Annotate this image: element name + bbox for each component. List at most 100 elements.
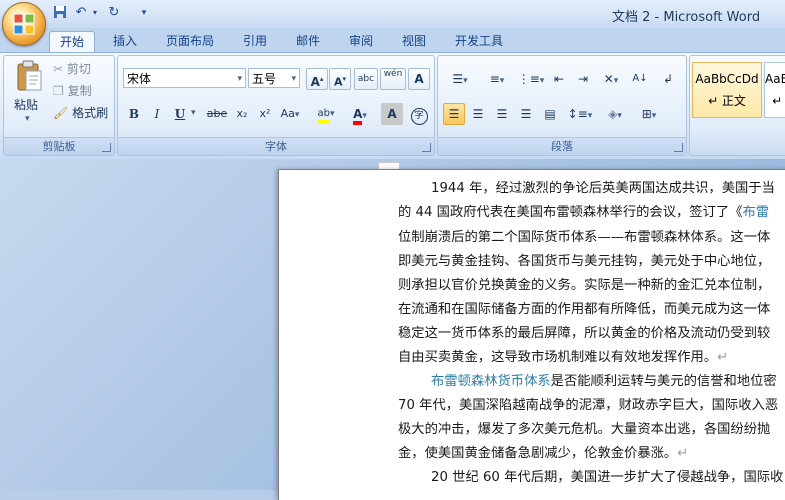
character-shading-button[interactable]: A — [381, 103, 403, 125]
style-normal-name: ↵ 正文 — [708, 94, 746, 108]
paragraph-launcher-icon[interactable]: . — [674, 143, 683, 152]
clear-format-button[interactable]: abc — [354, 68, 378, 90]
style-no-spacing[interactable]: AaBbCc ↵ 无 — [764, 62, 785, 118]
undo-dropdown-icon[interactable]: ▾ — [90, 5, 100, 21]
font-color-icon: A — [353, 108, 363, 125]
grow-font-icon: A — [310, 75, 320, 89]
enclose-characters-button[interactable]: 字 — [408, 103, 430, 125]
copy-label: 复制 — [67, 84, 92, 98]
paste-dropdown-icon[interactable]: ▾ — [25, 114, 30, 124]
distributed-icon: ▤ — [544, 107, 556, 121]
tab-home[interactable]: 开始 — [49, 31, 95, 53]
multilevel-list-button[interactable]: ⋮≡▾ — [515, 68, 547, 90]
clear-format-icon: abc — [357, 74, 375, 84]
italic-button[interactable]: I — [147, 103, 167, 125]
justify-button[interactable]: ☰ — [515, 103, 537, 125]
borders-icon: ⊞ — [641, 107, 652, 121]
font-size-dropdown-icon[interactable]: ▾ — [291, 69, 296, 89]
tab-view[interactable]: 视图 — [393, 31, 435, 52]
cut-button[interactable]: ✂ 剪切 — [52, 58, 110, 80]
chinese-layout-button[interactable]: ✕▾ — [595, 68, 627, 90]
paragraph-group-label: 段落 — [438, 137, 686, 155]
paste-label: 粘贴 — [14, 98, 39, 112]
doc-line-13: 20 世纪 60 年代后期，美国进一步扩大了侵越战争，国际收 — [431, 470, 784, 485]
clipboard-launcher-icon[interactable]: . — [102, 143, 111, 152]
tab-page-layout[interactable]: 页面布局 — [158, 31, 222, 52]
font-name-combo[interactable]: 宋体 ▾ — [123, 68, 246, 88]
strikethrough-button[interactable]: abe — [203, 103, 231, 125]
doc-line-3: 位制崩溃后的第二个国际货币体系——布雷顿森林体系。这一体 — [398, 230, 771, 245]
sort-button[interactable]: A↓ — [628, 68, 652, 90]
doc-line-1: 1944 年，经过激烈的争论后英美两国达成共识，美国于当 — [431, 181, 775, 196]
font-group-label: 字体 — [118, 137, 434, 155]
office-button[interactable] — [2, 2, 46, 46]
underline-dropdown-icon[interactable]: ▾ — [191, 108, 196, 118]
tab-references[interactable]: 引用 — [234, 31, 276, 52]
undo-icon[interactable]: ↶ — [73, 5, 89, 21]
shading-button[interactable]: ◈▾ — [599, 103, 631, 125]
paragraph-mark: ↵ — [677, 446, 689, 461]
tab-review[interactable]: 审阅 — [340, 31, 382, 52]
underline-button[interactable]: U — [170, 103, 190, 125]
decrease-indent-button[interactable]: ⇤ — [547, 68, 571, 90]
increase-indent-button[interactable]: ⇥ — [571, 68, 595, 90]
style-normal-sample: AaBbCcDd — [695, 72, 759, 86]
font-name-value: 宋体 — [127, 72, 152, 86]
chinese-layout-icon: ✕ — [603, 72, 614, 86]
highlight-icon: ab — [317, 108, 330, 124]
doc-line-4: 即美元与黄金挂钩、各国货币与美元挂钩，美元处于中心地位， — [398, 254, 771, 269]
style-normal[interactable]: AaBbCcDd ↵ 正文 — [692, 62, 762, 118]
highlight-button[interactable]: ab▾ — [309, 103, 343, 125]
save-icon[interactable] — [52, 5, 68, 21]
align-right-icon: ☰ — [496, 107, 508, 121]
clipboard-group-label: 剪贴板 — [4, 137, 114, 155]
copy-button[interactable]: ❐ 复制 — [52, 80, 110, 102]
paste-button[interactable]: 粘贴 ▾ — [9, 58, 49, 130]
borders-button[interactable]: ⊞▾ — [633, 103, 665, 125]
doc-line-11: 极大的冲击，爆发了多次美元危机。大量资本出逃，各国纷纷抛 — [398, 422, 771, 437]
copy-icon: ❐ — [53, 84, 64, 98]
align-left-button[interactable]: ☰ — [443, 103, 465, 125]
tab-mailings[interactable]: 邮件 — [287, 31, 329, 52]
enclose-characters-icon: 字 — [410, 108, 428, 125]
line-spacing-icon: ↕≡ — [567, 107, 588, 121]
doc-line-2: 的 44 国政府代表在美国布雷顿森林举行的会议，签订了《布雷 — [398, 205, 770, 220]
align-center-button[interactable]: ☰ — [467, 103, 489, 125]
bold-button[interactable]: B — [124, 103, 144, 125]
customize-qat-icon[interactable]: ▾ — [138, 5, 150, 21]
sort-icon: A↓ — [632, 73, 648, 84]
change-case-button[interactable]: Aa▾ — [277, 103, 303, 125]
doc-link[interactable]: 布雷 — [743, 205, 770, 220]
shrink-font-icon: A — [333, 75, 343, 89]
bullets-icon: ☰ — [452, 72, 464, 86]
phonetic-guide-button[interactable]: wén — [380, 68, 406, 90]
character-border-button[interactable]: A — [408, 68, 430, 90]
shrink-font-button[interactable]: A▾ — [329, 68, 351, 90]
doc-line-6: 在流通和在国际储备方面的作用都有所降低，而美元成为这一体 — [398, 302, 771, 317]
tab-developer[interactable]: 开发工具 — [446, 31, 512, 52]
bullets-button[interactable]: ☰▾ — [442, 68, 478, 90]
superscript-button[interactable]: x² — [254, 103, 276, 125]
phonetic-guide-icon: wén — [383, 69, 403, 79]
font-name-dropdown-icon[interactable]: ▾ — [237, 69, 242, 89]
justify-icon: ☰ — [520, 107, 532, 121]
font-color-button[interactable]: A▾ — [344, 103, 376, 125]
paragraph-mark-icon: ↲ — [662, 72, 674, 86]
paragraph-mark: ↵ — [717, 350, 729, 365]
font-launcher-icon[interactable]: . — [422, 143, 431, 152]
distributed-button[interactable]: ▤ — [539, 103, 561, 125]
redo-icon[interactable]: ↻ — [106, 5, 122, 21]
subscript-button[interactable]: x₂ — [231, 103, 253, 125]
show-marks-button[interactable]: ↲ — [656, 68, 680, 90]
line-spacing-button[interactable]: ↕≡▾ — [563, 103, 597, 125]
doc-link[interactable]: 布雷顿森林货币体系 — [431, 374, 551, 389]
grow-font-button[interactable]: A▴ — [306, 68, 328, 90]
office-logo-icon — [13, 13, 35, 35]
align-center-icon: ☰ — [472, 107, 484, 121]
font-size-combo[interactable]: 五号 ▾ — [248, 68, 300, 88]
tab-insert[interactable]: 插入 — [104, 31, 146, 52]
numbering-button[interactable]: ≡▾ — [479, 68, 515, 90]
format-painter-button[interactable]: 🖌 格式刷 — [52, 102, 112, 124]
align-right-button[interactable]: ☰ — [491, 103, 513, 125]
format-painter-label: 格式刷 — [72, 106, 109, 120]
